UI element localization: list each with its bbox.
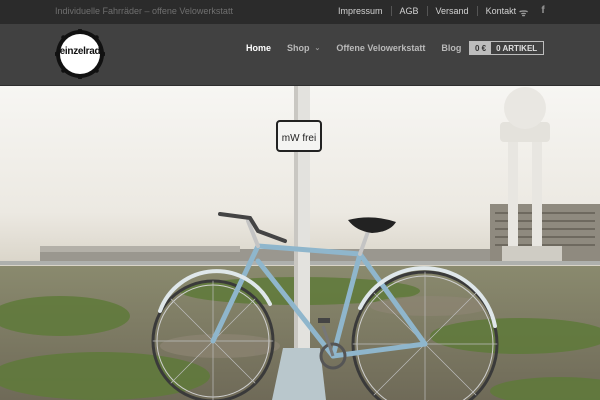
cart-price: 0 €: [470, 42, 492, 54]
nav-blog-label: Blog: [441, 43, 462, 53]
site-logo[interactable]: einzelrad: [55, 29, 105, 79]
chevron-down-icon: ⌄: [314, 45, 321, 52]
kontakt-link[interactable]: Kontakt: [476, 6, 525, 16]
nav-velowerkstatt-label: Offene Velowerkstatt: [336, 43, 426, 53]
nav-blog[interactable]: Blog: [441, 43, 461, 53]
top-links: Impressum AGB Versand Kontakt: [330, 6, 524, 16]
facebook-icon[interactable]: f: [539, 5, 547, 19]
hero-image: mW frei: [0, 86, 600, 400]
main-nav: Home Shop ⌄ Offene Velowerkstatt Blog: [246, 43, 477, 53]
logo-text: einzelrad: [59, 46, 101, 57]
cart-button[interactable]: 0 € 0 ARTIKEL: [469, 41, 545, 55]
nav-offene-velowerkstatt[interactable]: Offene Velowerkstatt: [336, 43, 425, 53]
cart-count: 0 ARTIKEL: [496, 44, 538, 53]
main-header: einzelrad Home Shop ⌄ Offene Velowerksta…: [0, 24, 600, 86]
nav-home[interactable]: Home: [246, 43, 271, 53]
road-sign-text: mW frei: [282, 133, 316, 144]
site-tagline: Individuelle Fahrräder – offene Velowerk…: [55, 6, 233, 16]
versand-link[interactable]: Versand: [426, 6, 477, 16]
hero-photo-bike: mW frei: [0, 86, 600, 400]
nav-home-label: Home: [246, 43, 272, 53]
agb-link[interactable]: AGB: [390, 6, 427, 16]
rss-icon[interactable]: ᯤ: [519, 5, 528, 19]
nav-shop[interactable]: Shop ⌄: [287, 43, 320, 53]
impressum-link[interactable]: Impressum: [330, 6, 391, 16]
nav-shop-label: Shop: [287, 43, 310, 53]
social-icons: ᯤ f: [519, 5, 547, 19]
top-utility-bar: Individuelle Fahrräder – offene Velowerk…: [0, 0, 600, 24]
